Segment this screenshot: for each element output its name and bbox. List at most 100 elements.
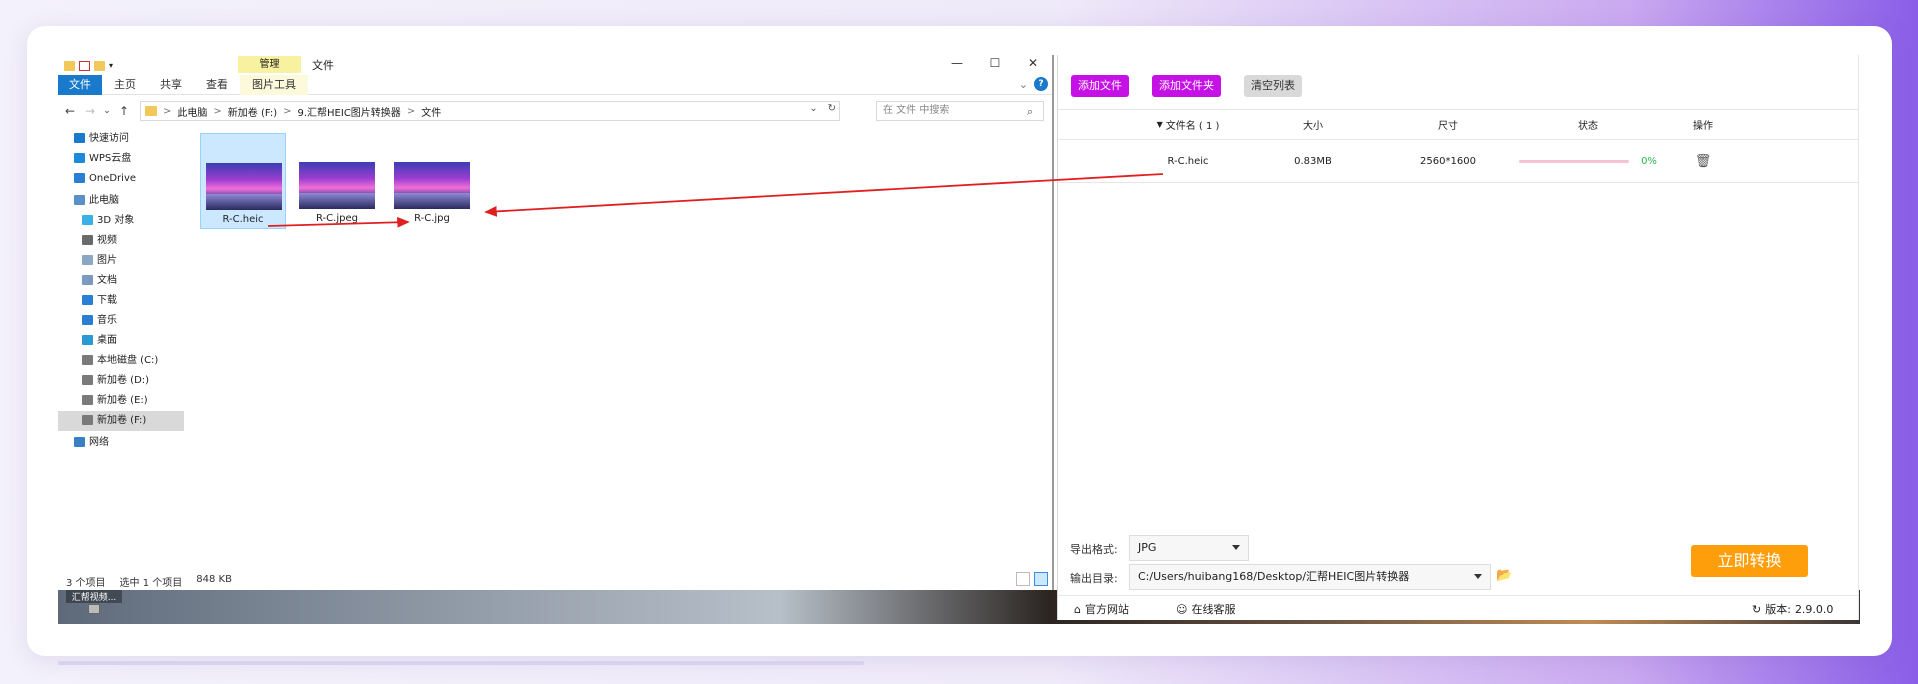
expand-ribbon-icon[interactable]: ⌄ xyxy=(1019,78,1028,91)
nav-icon xyxy=(82,375,93,385)
nav-item-label: WPS云盘 xyxy=(89,153,132,164)
search-icon: ⌕ xyxy=(1027,105,1034,118)
nav-icon xyxy=(82,295,93,305)
progress-percent: 0% xyxy=(1641,156,1657,167)
output-label: 输出目录: xyxy=(1070,572,1118,585)
convert-now-button[interactable]: 立即转换 xyxy=(1691,545,1808,577)
nav-item[interactable]: 图片 xyxy=(58,251,186,271)
column-filename[interactable]: ▼ 文件名 ( 1 ) xyxy=(1128,110,1248,139)
file-item-heic[interactable]: R-C.heic xyxy=(200,133,286,229)
breadcrumb-app-folder[interactable]: 9.汇帮HEIC图片转换器 xyxy=(298,104,401,119)
minimize-button[interactable]: — xyxy=(938,55,976,73)
nav-item[interactable]: 文档 xyxy=(58,271,186,291)
breadcrumb-drive-f[interactable]: 新加卷 (F:) xyxy=(228,104,277,119)
add-folder-button[interactable]: 添加文件夹 xyxy=(1152,75,1221,97)
converter-footer: ⌂ 官方网站 ☺ 在线客服 ↻ 版本: 2.9.0.0 xyxy=(1058,595,1858,620)
nav-item[interactable]: 网络 xyxy=(58,433,186,453)
clear-list-button[interactable]: 清空列表 xyxy=(1244,75,1302,97)
nav-item-label: 本地磁盘 (C:) xyxy=(97,355,159,366)
nav-item[interactable]: 新加卷 (F:) xyxy=(58,411,184,431)
nav-item[interactable]: WPS云盘 xyxy=(58,149,186,169)
nav-item[interactable]: 快速访问 xyxy=(58,129,186,149)
column-action: 操作 xyxy=(1693,121,1713,132)
tab-file[interactable]: 文件 xyxy=(58,74,102,95)
recent-locations-button[interactable]: ⌄ xyxy=(100,106,114,116)
help-icon[interactable]: ? xyxy=(1034,77,1048,91)
tab-home[interactable]: 主页 xyxy=(102,75,148,95)
trash-icon[interactable]: 🗑 xyxy=(1695,154,1712,169)
maximize-button[interactable]: ☐ xyxy=(976,55,1014,73)
breadcrumb-sep: > xyxy=(406,105,416,117)
selected-size: 848 KB xyxy=(196,574,232,585)
breadcrumb-this-pc[interactable]: 此电脑 xyxy=(177,104,207,119)
column-status: 状态 xyxy=(1578,121,1598,132)
column-dimensions: 尺寸 xyxy=(1438,121,1458,132)
large-icons-view-button[interactable] xyxy=(1034,572,1048,586)
nav-icon xyxy=(74,173,85,183)
context-tab-manage[interactable]: 管理 xyxy=(238,56,301,73)
tab-view[interactable]: 查看 xyxy=(194,75,240,95)
forward-button[interactable]: → xyxy=(80,104,100,118)
refresh-icon[interactable]: ↻ xyxy=(828,103,836,114)
table-row[interactable]: R-C.heic 0.83MB 2560*1600 0% 🗑 xyxy=(1058,141,1859,183)
address-bar[interactable]: > 此电脑 > 新加卷 (F:) > 9.汇帮HEIC图片转换器 > 文件 ⌄ … xyxy=(140,101,840,121)
item-count: 3 个项目 xyxy=(66,578,106,589)
nav-item[interactable]: 本地磁盘 (C:) xyxy=(58,351,186,371)
nav-item-label: OneDrive xyxy=(89,173,137,184)
details-view-button[interactable] xyxy=(1016,572,1030,586)
file-item-jpeg[interactable]: R-C.jpeg xyxy=(294,133,380,229)
open-folder-icon[interactable]: 📂 xyxy=(1496,568,1512,583)
file-name: R-C.jpg xyxy=(414,213,450,224)
address-dropdown-icon[interactable]: ⌄ xyxy=(809,103,817,114)
online-service-link[interactable]: ☺ 在线客服 xyxy=(1176,601,1235,617)
up-button[interactable]: ↑ xyxy=(114,104,134,118)
new-folder-icon[interactable] xyxy=(94,61,105,71)
format-select[interactable]: JPG xyxy=(1129,535,1249,561)
nav-item-label: 快速访问 xyxy=(89,133,129,144)
nav-icon xyxy=(82,395,93,405)
chevron-down-icon xyxy=(1474,574,1482,579)
nav-item[interactable]: 新加卷 (D:) xyxy=(58,371,186,391)
official-site-link[interactable]: ⌂ 官方网站 xyxy=(1074,601,1129,617)
refresh-icon[interactable]: ↻ xyxy=(1752,603,1761,616)
nav-item[interactable]: 下载 xyxy=(58,291,186,311)
nav-item-label: 桌面 xyxy=(97,335,117,346)
nav-item-label: 新加卷 (E:) xyxy=(97,395,148,406)
nav-item[interactable]: 3D 对象 xyxy=(58,211,186,231)
output-directory-select[interactable]: C:/Users/huibang168/Desktop/汇帮HEIC图片转换器 xyxy=(1129,564,1491,590)
horizontal-scrollbar[interactable] xyxy=(58,661,864,665)
nav-item[interactable]: 新加卷 (E:) xyxy=(58,391,186,411)
search-input[interactable]: 在 文件 中搜索 xyxy=(876,101,1044,121)
nav-item[interactable]: 此电脑 xyxy=(58,191,186,211)
desktop-shortcut[interactable]: 汇帮视频... xyxy=(66,590,122,620)
close-button[interactable]: ✕ xyxy=(1014,55,1052,73)
breadcrumb-sep: > xyxy=(163,105,172,117)
add-file-button[interactable]: 添加文件 xyxy=(1071,75,1129,97)
headset-icon: ☺ xyxy=(1176,602,1188,616)
nav-item-label: 3D 对象 xyxy=(97,215,135,226)
format-label: 导出格式: xyxy=(1070,543,1118,556)
back-button[interactable]: ← xyxy=(60,104,80,118)
qat-dropdown-icon[interactable]: ▾ xyxy=(109,61,117,71)
chevron-down-icon xyxy=(1232,545,1240,550)
selected-count: 选中 1 个项目 xyxy=(119,578,183,589)
view-buttons xyxy=(1016,572,1048,586)
home-icon: ⌂ xyxy=(1074,602,1081,616)
row-dimensions: 2560*1600 xyxy=(1420,156,1476,167)
quick-access-toolbar: ▾ xyxy=(64,58,117,74)
breadcrumb-files[interactable]: 文件 xyxy=(421,104,441,119)
version-info: ↻ 版本: 2.9.0.0 xyxy=(1752,602,1834,617)
nav-item[interactable]: 音乐 xyxy=(58,311,186,331)
row-action: 🗑 xyxy=(1673,141,1733,182)
window-title: 文件 xyxy=(312,59,334,72)
file-item-jpg[interactable]: R-C.jpg xyxy=(389,133,475,229)
image-thumbnail xyxy=(394,162,470,209)
nav-item[interactable]: OneDrive xyxy=(58,169,186,189)
nav-item[interactable]: 桌面 xyxy=(58,331,186,351)
navigation-pane: 快速访问 WPS云盘 OneDrive 此电脑 3D 对象视频 图片文档下载 音乐桌面本地磁… xyxy=(58,129,186,453)
nav-item-label: 文档 xyxy=(97,275,117,286)
tab-picture-tools[interactable]: 图片工具 xyxy=(240,74,308,95)
properties-icon[interactable] xyxy=(79,61,90,71)
tab-share[interactable]: 共享 xyxy=(148,75,194,95)
nav-item[interactable]: 视频 xyxy=(58,231,186,251)
